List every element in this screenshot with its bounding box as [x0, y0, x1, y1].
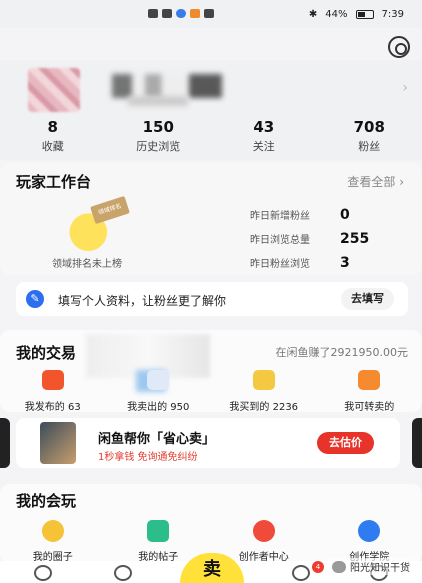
nickname-redacted: [112, 74, 222, 98]
bluetooth-icon: ✱: [308, 8, 318, 20]
stat-value: 708: [353, 118, 385, 136]
avatar[interactable]: [28, 68, 80, 112]
creator-icon: [252, 520, 275, 542]
trade-bought[interactable]: 我买到的 2236: [211, 370, 317, 413]
profile-complete-banner[interactable]: ✎ 填写个人资料，让粉丝更了解你 去填写: [16, 282, 408, 316]
row-label: 昨日新增粉丝: [250, 211, 310, 222]
profile-header[interactable]: › 8 收藏 150 历史浏览 43 关注 708 粉丝: [0, 60, 422, 160]
stat-row[interactable]: 昨日浏览总量 255: [250, 230, 410, 247]
fun-circles[interactable]: 我的圈子: [0, 520, 106, 563]
notification-icons: [148, 9, 214, 18]
profile-stats: 8 收藏 150 历史浏览 43 关注 708 粉丝: [0, 118, 422, 154]
trade-label: 我发布的 63: [24, 402, 81, 413]
app-icon: [204, 9, 214, 18]
clock: 7:39: [381, 8, 404, 20]
promo-thumbnail: [40, 422, 76, 464]
pencil-icon: ✎: [26, 290, 44, 308]
player-workbench: 玩家工作台 查看全部 › 领域排名 领域排名未上榜 昨日新增粉丝 0 昨日浏览总…: [0, 163, 422, 275]
discover-tab-icon[interactable]: [114, 565, 132, 581]
stat-value: 43: [253, 118, 275, 136]
circle-icon: [41, 520, 64, 542]
section-title: 玩家工作台: [16, 173, 92, 191]
stat-value: 8: [47, 118, 58, 136]
rank-note: 领域排名未上榜: [52, 259, 122, 270]
stat-label: 粉丝: [358, 140, 381, 153]
watermark-text: 阳光知识干货: [350, 563, 410, 574]
fill-in-button[interactable]: 去填写: [341, 288, 394, 310]
stat-row[interactable]: 昨日粉丝浏览 3: [250, 254, 410, 271]
trade-sold[interactable]: 我卖出的 950: [106, 370, 212, 413]
academy-icon: [358, 520, 381, 542]
trade-label: 我买到的 2236: [229, 402, 299, 413]
message-badge: 4: [312, 561, 324, 573]
status-bar: ✱ 44% 7:39: [0, 0, 422, 28]
message-tab-icon[interactable]: [292, 565, 310, 581]
view-all-link[interactable]: 查看全部 ›: [347, 173, 404, 190]
trade-label: 我可转卖的: [344, 402, 395, 413]
row-value: 255: [340, 230, 370, 247]
stat-label: 关注: [252, 140, 275, 153]
stat-label: 历史浏览: [136, 140, 181, 153]
sell-promo-banner[interactable]: 闲鱼帮你「省心卖」 1秒拿钱 免询通免纠纷 去估价: [16, 418, 400, 468]
my-trades: 我的交易 在闲鱼赚了2921950.00元 我发布的 63 我卖出的 950 我…: [0, 330, 422, 413]
watermark: 阳光知识干货: [328, 558, 414, 575]
row-value: 3: [340, 254, 350, 271]
trade-published[interactable]: 我发布的 63: [0, 370, 106, 413]
stat-following[interactable]: 43 关注: [211, 118, 317, 154]
banner-text: 填写个人资料，让粉丝更了解你: [58, 294, 227, 308]
carousel-edge: [412, 418, 422, 468]
section-title: 我的会玩: [16, 492, 77, 510]
section-title: 我的交易: [16, 344, 77, 362]
trade-resell[interactable]: 我可转卖的: [317, 370, 422, 413]
earnings-note: 在闲鱼赚了2921950.00元: [275, 346, 408, 359]
fun-academy[interactable]: 创作学院: [317, 520, 422, 563]
resell-icon: [358, 370, 381, 390]
nickname-subtext-redacted: [128, 96, 188, 106]
stat-label: 收藏: [41, 140, 64, 153]
wechat-icon: [332, 560, 346, 573]
chat-icon: [162, 9, 172, 18]
tag-icon: [41, 370, 64, 390]
settings-icon[interactable]: [388, 36, 410, 58]
trade-items: 我发布的 63 我卖出的 950 我买到的 2236 我可转卖的: [0, 370, 422, 413]
promo-title: 闲鱼帮你「省心卖」: [98, 432, 216, 447]
my-fun: 我的会玩 我的圈子 我的帖子 创作者中心 创作学院: [0, 484, 422, 564]
estimate-button[interactable]: 去估价: [317, 432, 374, 454]
stat-value: 150: [142, 118, 174, 136]
stat-row[interactable]: 昨日新增粉丝 0: [250, 206, 410, 223]
row-label: 昨日浏览总量: [250, 235, 310, 246]
battery-icon: [355, 9, 374, 19]
post-icon: [147, 520, 170, 542]
sold-icon: [147, 370, 170, 390]
battery-percent: 44%: [325, 8, 348, 20]
stat-favorites[interactable]: 8 收藏: [0, 118, 106, 154]
stat-followers[interactable]: 708 粉丝: [317, 118, 422, 154]
home-tab-icon[interactable]: [34, 565, 52, 581]
row-label: 昨日粉丝浏览: [250, 259, 310, 270]
trade-label: 我卖出的 950: [127, 402, 190, 413]
promo-subtitle: 1秒拿钱 免询通免纠纷: [98, 452, 198, 463]
signal-icon: [148, 9, 158, 18]
app-icon: [190, 9, 200, 18]
row-value: 0: [340, 206, 350, 223]
stat-history[interactable]: 150 历史浏览: [106, 118, 212, 154]
carousel-edge: [0, 418, 10, 468]
app-icon: [176, 9, 186, 18]
bought-icon: [252, 370, 275, 390]
chevron-right-icon[interactable]: ›: [402, 80, 408, 96]
